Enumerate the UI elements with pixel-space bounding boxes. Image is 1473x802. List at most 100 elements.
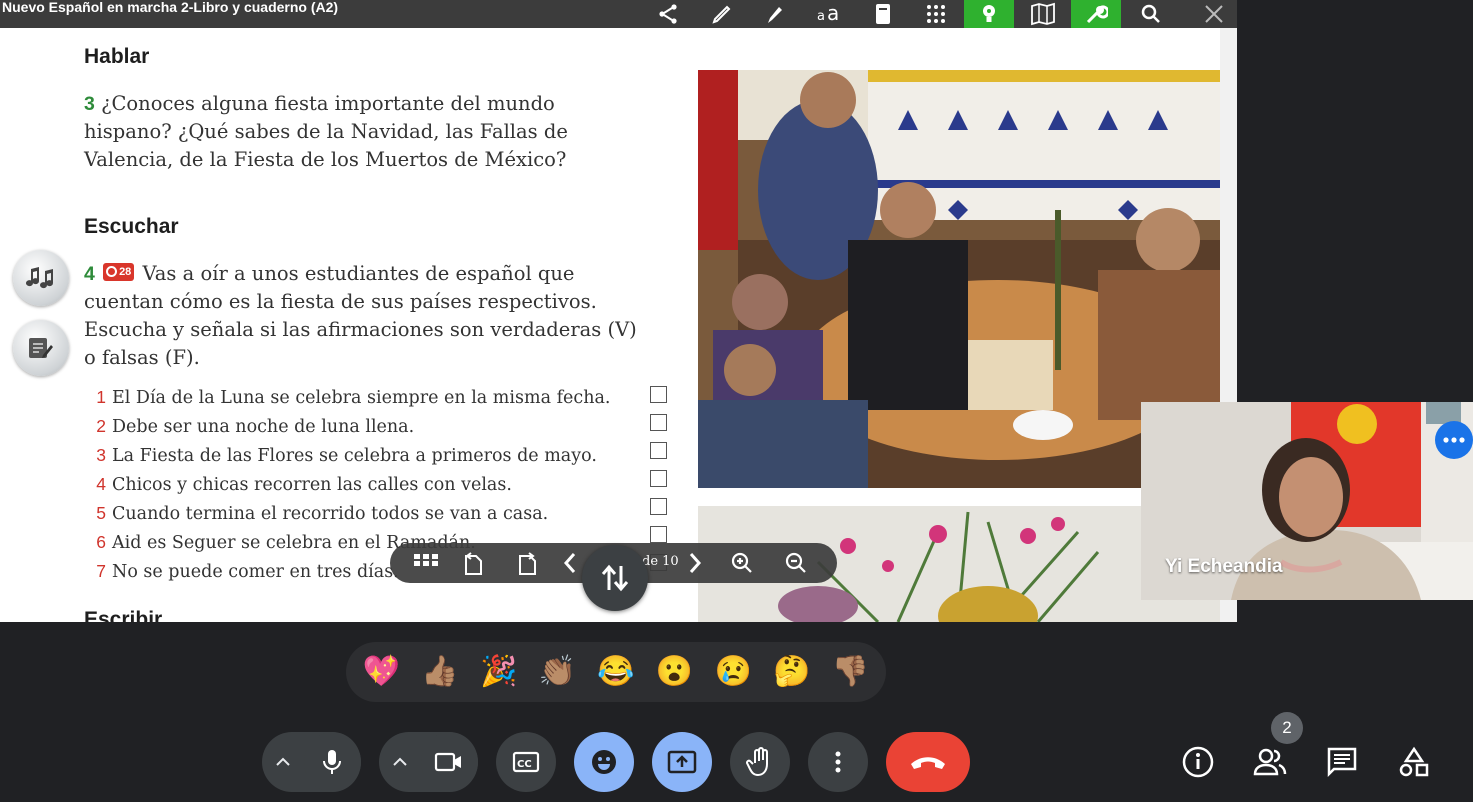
- answer-checkbox[interactable]: [650, 526, 667, 543]
- text-size-icon[interactable]: aa: [807, 0, 851, 28]
- bookmark-book-icon[interactable]: [1021, 0, 1065, 28]
- item-text: No se puede comer en tres días.: [112, 562, 399, 582]
- microphone-button[interactable]: [303, 732, 361, 792]
- zoom-out-icon[interactable]: [776, 543, 816, 583]
- item-text: Cuando termina el recorrido todos se van…: [112, 504, 549, 524]
- document-title: Nuevo Español en marcha 2-Libro y cuader…: [2, 0, 339, 15]
- item-number: 7: [96, 561, 106, 581]
- emoji-icon: [592, 750, 616, 774]
- present-icon: [667, 750, 697, 774]
- lightbulb-icon[interactable]: [964, 0, 1014, 28]
- item-number: 5: [96, 503, 106, 523]
- camera-button[interactable]: [420, 732, 478, 792]
- zoom-in-icon[interactable]: [722, 543, 762, 583]
- item-text: Debe ser una noche de luna llena.: [112, 417, 415, 437]
- search-icon[interactable]: [1129, 0, 1173, 28]
- reaction-thumbs-down[interactable]: 👎🏽: [824, 652, 878, 692]
- page-indicator: de 10: [642, 554, 679, 569]
- item-number: 2: [96, 416, 106, 436]
- item-number: 4: [96, 474, 106, 494]
- audio-play-button[interactable]: [13, 250, 69, 306]
- highlighter-icon[interactable]: [753, 0, 797, 28]
- svg-text:a: a: [827, 2, 839, 25]
- activities-icon[interactable]: [1392, 740, 1436, 784]
- meeting-info-icon[interactable]: [1176, 740, 1220, 784]
- notes-icon[interactable]: [861, 0, 905, 28]
- answer-checkbox[interactable]: [650, 498, 667, 515]
- participant-name: Yi Echeandia: [1165, 556, 1283, 577]
- svg-text:CC: CC: [517, 759, 532, 770]
- reaction-crying[interactable]: 😢: [706, 652, 760, 692]
- raise-hand-button[interactable]: [730, 732, 790, 792]
- apps-grid-icon[interactable]: [914, 0, 958, 28]
- next-page-icon[interactable]: [675, 543, 715, 583]
- answer-checkbox[interactable]: [650, 414, 667, 431]
- hand-icon: [746, 747, 768, 777]
- close-icon[interactable]: [1192, 0, 1236, 28]
- exercise-text: Vas a oír a unos estudiantes de español …: [84, 262, 637, 369]
- chat-icon[interactable]: [1320, 740, 1364, 784]
- reaction-party-popper[interactable]: 🎉: [472, 652, 526, 692]
- pencil-icon[interactable]: [700, 0, 744, 28]
- item-number: 1: [96, 387, 106, 407]
- list-item: 3 La Fiesta de las Flores se celebra a pr…: [88, 441, 610, 470]
- item-text: El Día de la Luna se celebra siempre en …: [112, 388, 611, 408]
- answer-checkbox[interactable]: [650, 470, 667, 487]
- phone-hangup-icon: [911, 757, 945, 769]
- mic-options-chevron-icon[interactable]: [262, 757, 304, 767]
- reaction-clapping[interactable]: 👏🏽: [530, 652, 584, 692]
- swap-vertical-icon: [601, 564, 629, 592]
- more-options-icon[interactable]: [1435, 421, 1473, 459]
- escuchar-heading: Escuchar: [84, 215, 179, 238]
- cd-icon: [106, 266, 118, 277]
- audio-track-badge[interactable]: 28: [103, 262, 135, 281]
- exercise-number: 3: [84, 93, 95, 115]
- rotate-left-icon[interactable]: [453, 543, 493, 583]
- present-screen-button[interactable]: [652, 732, 712, 792]
- vertical-dots-icon: [835, 751, 841, 773]
- answer-checkbox[interactable]: [650, 386, 667, 403]
- item-text: Chicos y chicas recorren las calles con …: [112, 475, 512, 495]
- list-item: 5 Cuando termina el recorrido todos se va…: [88, 499, 610, 528]
- people-icon[interactable]: [1248, 740, 1292, 784]
- exercise-text: ¿Conoces alguna fiesta importante del mu…: [84, 92, 568, 171]
- thumbnails-grid-icon[interactable]: [406, 543, 446, 583]
- exercise-number: 4: [84, 263, 95, 285]
- reaction-thumbs-up[interactable]: 👍🏽: [413, 652, 467, 692]
- reaction-laughing[interactable]: 😂: [589, 652, 643, 692]
- hablar-exercise: 3 ¿Conoces alguna fiesta importante del …: [84, 90, 574, 174]
- move-toolbar-button[interactable]: [582, 545, 648, 611]
- reactions-bar: 💖 👍🏽 🎉 👏🏽 😂 😮 😢 🤔 👎🏽: [346, 642, 886, 702]
- participants-count-badge: 2: [1271, 712, 1303, 744]
- hablar-heading: Hablar: [84, 45, 150, 68]
- escribir-heading: Escribir: [84, 608, 163, 622]
- microphone-control: [262, 732, 361, 792]
- microphone-icon: [323, 750, 342, 774]
- reaction-thinking[interactable]: 🤔: [765, 652, 819, 692]
- more-options-button[interactable]: [808, 732, 868, 792]
- list-item: 1 El Día de la Luna se celebra siempre en…: [88, 383, 610, 412]
- track-number: 28: [119, 265, 132, 278]
- reaction-surprised[interactable]: 😮: [648, 652, 702, 692]
- item-number: 3: [96, 445, 106, 465]
- svg-text:a: a: [817, 9, 825, 24]
- shared-document: Nuevo Español en marcha 2-Libro y cuader…: [0, 0, 1237, 622]
- list-item: 2 Debe ser una noche de luna llena.: [88, 412, 610, 441]
- answer-checkbox[interactable]: [650, 442, 667, 459]
- reactions-button[interactable]: [574, 732, 634, 792]
- wrench-icon[interactable]: [1071, 0, 1121, 28]
- reaction-sparkling-heart[interactable]: 💖: [354, 652, 408, 692]
- item-number: 6: [96, 532, 106, 552]
- share-icon[interactable]: [646, 0, 690, 28]
- leave-call-button[interactable]: [886, 732, 970, 792]
- camera-options-chevron-icon[interactable]: [379, 757, 421, 767]
- list-item: 4 Chicos y chicas recorren las calles con…: [88, 470, 610, 499]
- item-text: La Fiesta de las Flores se celebra a pri…: [112, 446, 597, 466]
- captions-button[interactable]: CC: [496, 732, 556, 792]
- rotate-right-icon[interactable]: [507, 543, 547, 583]
- answer-sheet-button[interactable]: [13, 320, 69, 376]
- camera-control: [379, 732, 478, 792]
- closed-captions-icon: CC: [512, 751, 540, 773]
- escuchar-exercise: 4 28 Vas a oír a unos estudiantes de esp…: [84, 260, 644, 372]
- camera-icon: [435, 752, 462, 772]
